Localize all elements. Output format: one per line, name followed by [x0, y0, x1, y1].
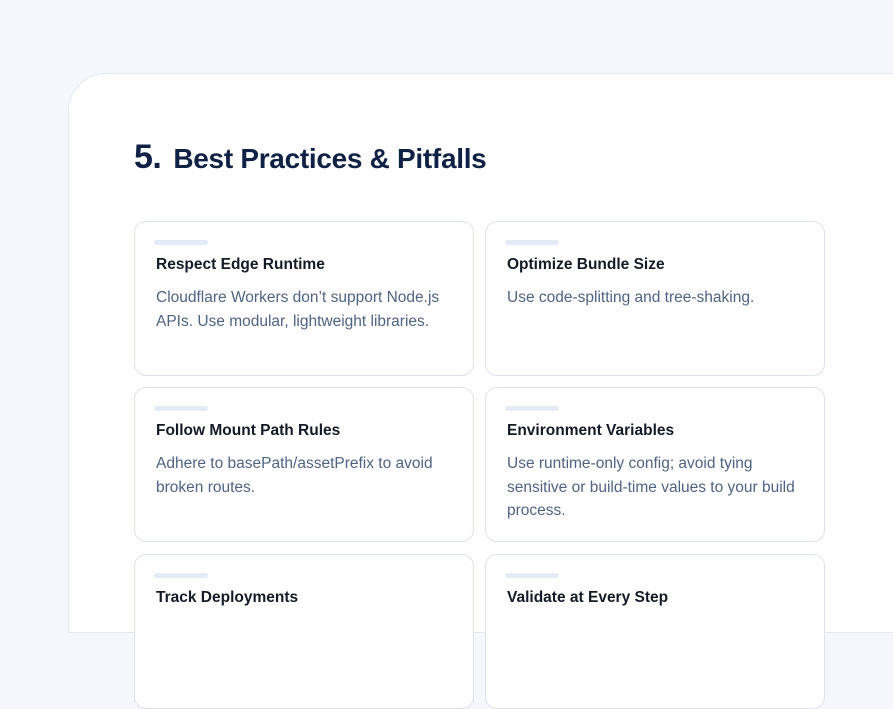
practice-card-env-variables: Environment Variables Use runtime-only c… [485, 387, 825, 542]
card-accent-bar [505, 240, 559, 245]
card-title: Optimize Bundle Size [507, 256, 665, 273]
card-accent-bar [154, 240, 208, 245]
card-accent-bar [505, 406, 559, 411]
card-accent-bar [154, 573, 208, 578]
practice-card-edge-runtime: Respect Edge Runtime Cloudflare Workers … [134, 221, 474, 376]
section-number: 5. [134, 138, 162, 176]
section-heading: 5. Best Practices & Pitfalls [134, 138, 487, 177]
card-title: Follow Mount Path Rules [156, 422, 341, 439]
card-body: Adhere to basePath/assetPrefix to avoid … [156, 455, 433, 496]
section-title: Best Practices & Pitfalls [173, 143, 487, 174]
card-accent-bar [154, 406, 208, 411]
card-body: Use code-splitting and tree-shaking. [507, 289, 755, 306]
practice-card-validate: Validate at Every Step [485, 554, 825, 709]
card-title: Respect Edge Runtime [156, 256, 325, 273]
practice-card-track-deployments: Track Deployments [134, 554, 474, 709]
practice-card-bundle-size: Optimize Bundle Size Use code-splitting … [485, 221, 825, 376]
card-title: Track Deployments [156, 589, 299, 606]
card-body: Use runtime-only config; avoid tying sen… [507, 455, 795, 519]
practice-card-mount-path: Follow Mount Path Rules Adhere to basePa… [134, 387, 474, 542]
card-title: Environment Variables [507, 422, 675, 439]
card-body: Cloudflare Workers don’t support Node.js… [156, 289, 440, 330]
card-accent-bar [505, 573, 559, 578]
card-title: Validate at Every Step [507, 589, 669, 606]
